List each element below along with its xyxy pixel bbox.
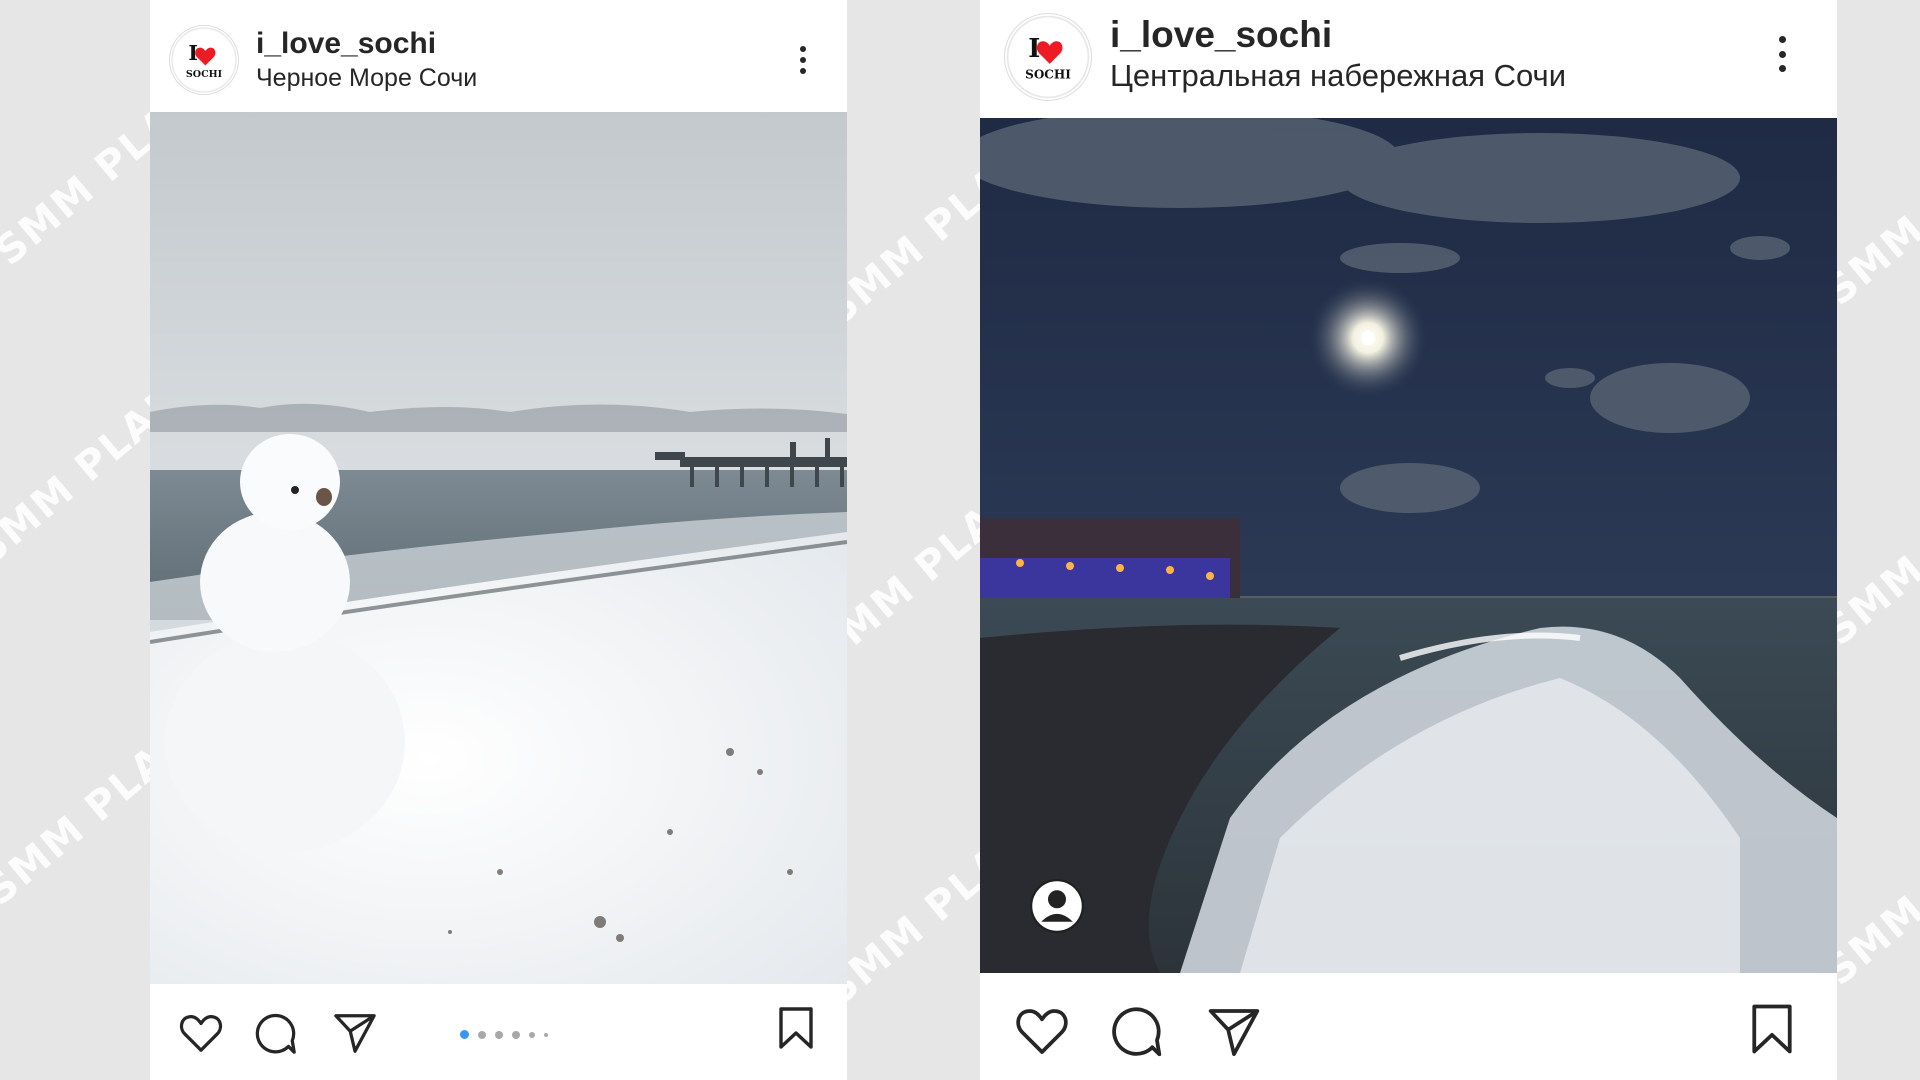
user-tag-icon[interactable] [1030, 879, 1084, 933]
carousel-dot [529, 1031, 535, 1038]
post-header: I SOCHI i_love_sochi Центральная набереж… [980, 0, 1837, 118]
carousel-dot [495, 1030, 503, 1039]
heart-icon[interactable] [178, 1012, 224, 1054]
location[interactable]: Черное Море Сочи [256, 64, 477, 93]
location[interactable]: Центральная набережная Сочи [1110, 58, 1566, 94]
username[interactable]: i_love_sochi [256, 27, 436, 61]
post-photo[interactable] [980, 118, 1837, 973]
carousel-dot [544, 1032, 548, 1037]
more-icon[interactable] [1777, 36, 1787, 72]
comment-icon[interactable] [254, 1012, 298, 1056]
action-bar [150, 984, 847, 1080]
carousel-dots [460, 1030, 548, 1039]
avatar[interactable]: I SOCHI [1005, 14, 1091, 100]
bookmark-icon[interactable] [1750, 1003, 1794, 1055]
i-love-sochi-logo: I SOCHI [171, 27, 237, 93]
i-love-sochi-logo: I SOCHI [1006, 15, 1090, 99]
username[interactable]: i_love_sochi [1110, 14, 1332, 56]
post-header: I SOCHI i_love_sochi Черное Море Сочи [150, 0, 847, 112]
carousel-dot [512, 1030, 520, 1039]
carousel-dot-active [460, 1030, 469, 1039]
action-bar [980, 973, 1837, 1080]
share-icon[interactable] [332, 1011, 378, 1055]
avatar[interactable]: I SOCHI [170, 26, 238, 94]
post-card-1: I SOCHI i_love_sochi Черное Море Сочи [150, 0, 847, 1080]
comment-icon[interactable] [1110, 1005, 1164, 1059]
bookmark-icon[interactable] [778, 1006, 814, 1050]
svg-text:SOCHI: SOCHI [186, 69, 223, 80]
post-photo[interactable] [150, 112, 847, 984]
share-icon[interactable] [1206, 1005, 1262, 1059]
svg-text:SOCHI: SOCHI [1025, 68, 1071, 82]
more-icon[interactable] [799, 46, 807, 74]
post-card-2: I SOCHI i_love_sochi Центральная набереж… [980, 0, 1837, 1080]
heart-icon[interactable] [1014, 1005, 1070, 1057]
carousel-dot [478, 1030, 486, 1039]
